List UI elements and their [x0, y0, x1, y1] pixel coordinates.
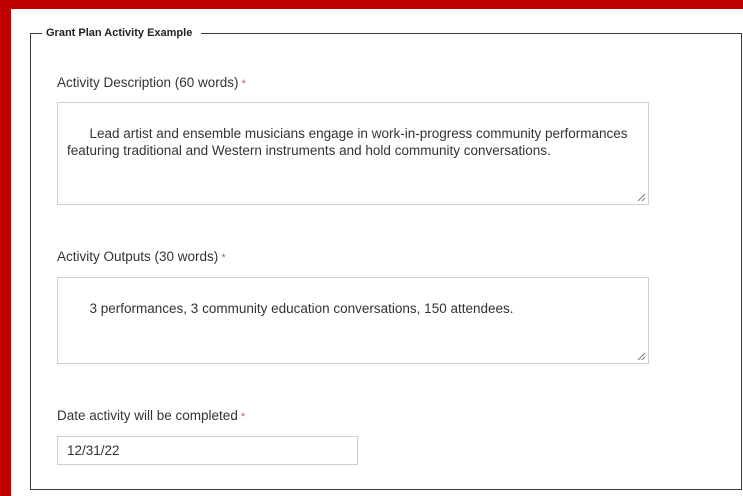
activity-description-label-text: Activity Description (60 words): [57, 75, 239, 90]
activity-description-label: Activity Description (60 words) *: [57, 74, 246, 93]
required-marker: *: [240, 411, 246, 423]
completion-date-label-text: Date activity will be completed: [57, 408, 238, 423]
activity-outputs-label-text: Activity Outputs (30 words): [57, 249, 219, 264]
activity-description-textarea[interactable]: Lead artist and ensemble musicians engag…: [57, 102, 649, 205]
resize-grip-icon[interactable]: [637, 193, 646, 202]
completion-date-label: Date activity will be completed *: [57, 407, 245, 426]
completion-date-value: 12/31/22: [67, 443, 120, 458]
required-marker: *: [241, 78, 246, 90]
resize-grip-icon[interactable]: [637, 352, 646, 361]
completion-date-input[interactable]: 12/31/22: [57, 436, 358, 465]
activity-outputs-textarea[interactable]: 3 performances, 3 community education co…: [57, 277, 649, 364]
grant-plan-activity-fieldset: Grant Plan Activity Example Activity Des…: [30, 26, 742, 490]
activity-outputs-value: 3 performances, 3 community education co…: [89, 301, 514, 316]
fieldset-legend: Grant Plan Activity Example: [42, 26, 202, 41]
highlight-frame: Grant Plan Activity Example Activity Des…: [0, 0, 743, 496]
activity-outputs-label: Activity Outputs (30 words) *: [57, 248, 226, 267]
activity-description-value: Lead artist and ensemble musicians engag…: [67, 126, 632, 158]
required-marker: *: [221, 252, 226, 264]
